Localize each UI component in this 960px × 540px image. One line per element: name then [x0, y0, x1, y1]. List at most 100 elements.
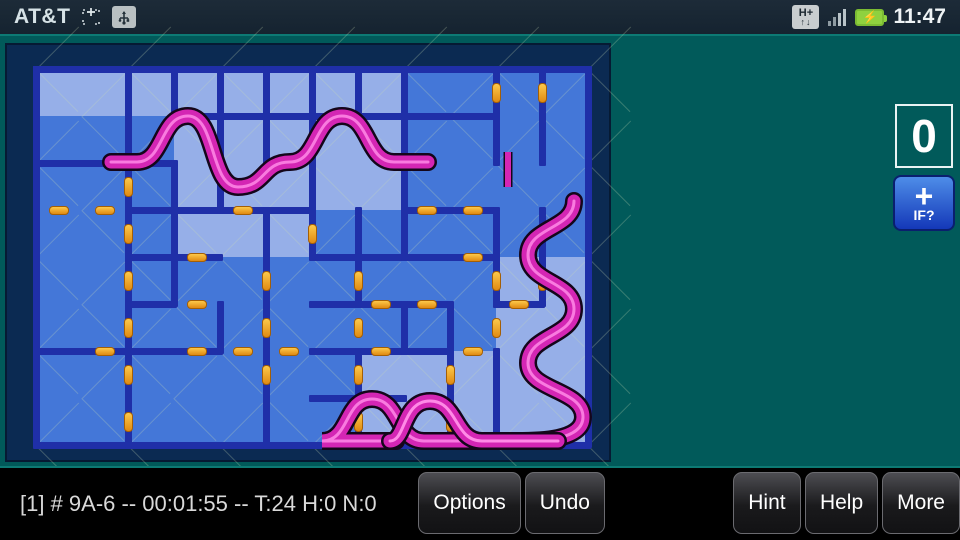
wall-marker-pill[interactable] — [538, 270, 547, 291]
wall-marker-pill[interactable] — [446, 411, 455, 432]
wall-segment[interactable] — [263, 66, 270, 119]
wall-segment[interactable] — [125, 348, 223, 355]
wall-marker-pill[interactable] — [509, 300, 529, 309]
wall-marker-pill[interactable] — [463, 206, 483, 215]
wall-marker-pill[interactable] — [233, 206, 253, 215]
wall-marker-pill[interactable] — [354, 270, 363, 291]
wall-marker-pill[interactable] — [354, 317, 363, 338]
if-button-label: IF? — [913, 207, 935, 223]
wall-segment[interactable] — [401, 301, 408, 354]
wall-marker-pill[interactable] — [124, 176, 133, 197]
battery-bolt-glyph: ⚡ — [862, 10, 878, 24]
wall-segment[interactable] — [355, 66, 362, 119]
wall-segment[interactable] — [539, 113, 546, 166]
wall-segment[interactable] — [263, 254, 270, 354]
wall-segment[interactable] — [263, 113, 270, 166]
wall-segment[interactable] — [401, 348, 453, 355]
wall-marker-pill[interactable] — [262, 364, 271, 385]
snake-puzzle-grid[interactable] — [33, 26, 631, 488]
wall-marker-pill[interactable] — [492, 270, 501, 291]
lattice-line — [588, 214, 631, 258]
wall-marker-pill[interactable] — [446, 364, 455, 385]
wall-segment[interactable] — [217, 66, 224, 213]
wall-segment[interactable] — [493, 207, 500, 307]
wall-segment[interactable] — [493, 348, 500, 448]
wall-marker-pill[interactable] — [187, 253, 207, 262]
wall-segment[interactable] — [33, 348, 131, 355]
lattice-line — [587, 163, 631, 206]
wall-segment[interactable] — [355, 348, 362, 448]
lattice-line — [588, 120, 631, 164]
wall-marker-pill[interactable] — [463, 253, 483, 262]
wall-segment[interactable] — [171, 113, 407, 120]
wall-segment[interactable] — [125, 66, 132, 119]
status-bar-left: AT&T — [0, 5, 137, 29]
wall-marker-pill[interactable] — [279, 347, 299, 356]
wall-segment[interactable] — [263, 207, 270, 260]
wall-marker-pill[interactable] — [371, 347, 391, 356]
wall-marker-pill[interactable] — [538, 82, 547, 103]
wall-segment[interactable] — [217, 301, 224, 354]
game-status-text: [1] # 9A-6 -- 00:01:55 -- T:24 H:0 N:0 — [20, 491, 377, 516]
wall-segment[interactable] — [263, 348, 270, 448]
game-area: 0 + IF? — [0, 26, 960, 488]
wall-segment[interactable] — [401, 66, 408, 260]
wall-segment[interactable] — [493, 113, 500, 166]
hint-button[interactable]: Hint — [732, 472, 801, 534]
wall-marker-pill[interactable] — [95, 206, 115, 215]
status-bar-right: H+ ↑↓ ⚡ 11:47 — [792, 5, 960, 29]
wall-marker-pill[interactable] — [124, 364, 133, 385]
wall-marker-pill[interactable] — [187, 300, 207, 309]
data-connection-hplus-icon: H+ ↑↓ — [792, 5, 820, 29]
wall-segment[interactable] — [171, 160, 178, 260]
wall-marker-pill[interactable] — [417, 300, 437, 309]
bottom-bar: [1] # 9A-6 -- 00:01:55 -- T:24 H:0 N:0 O… — [0, 466, 960, 540]
score-value: 0 — [911, 110, 937, 162]
wall-segment[interactable] — [33, 66, 40, 448]
options-button[interactable]: Options — [418, 472, 521, 534]
wall-segment[interactable] — [585, 66, 592, 448]
wall-marker-pill[interactable] — [262, 270, 271, 291]
board-frame — [5, 26, 631, 488]
wall-segment[interactable] — [171, 66, 178, 119]
more-button[interactable]: More — [882, 472, 960, 534]
wall-marker-pill[interactable] — [124, 317, 133, 338]
wall-marker-pill[interactable] — [95, 347, 115, 356]
wall-segment[interactable] — [401, 254, 453, 261]
lattice-line — [588, 402, 631, 446]
wall-segment[interactable] — [539, 207, 546, 307]
help-button[interactable]: Help — [804, 472, 879, 534]
wall-marker-pill[interactable] — [49, 206, 69, 215]
wall-marker-pill[interactable] — [233, 347, 253, 356]
wall-marker-pill[interactable] — [308, 223, 317, 244]
wall-segment[interactable] — [401, 207, 499, 214]
undo-button[interactable]: Undo — [524, 472, 605, 534]
wall-segment[interactable] — [33, 442, 591, 449]
wall-segment[interactable] — [309, 113, 316, 166]
lattice-line — [587, 257, 631, 300]
wall-marker-pill[interactable] — [262, 317, 271, 338]
wall-segment[interactable] — [125, 301, 177, 308]
wall-marker-pill[interactable] — [463, 347, 483, 356]
wall-segment[interactable] — [171, 254, 178, 307]
wall-marker-pill[interactable] — [124, 411, 133, 432]
wall-marker-pill[interactable] — [492, 82, 501, 103]
signal-bars-icon — [828, 8, 847, 26]
lattice-line — [587, 69, 631, 112]
plus-icon: + — [914, 178, 934, 214]
wall-marker-pill[interactable] — [354, 364, 363, 385]
add-if-button[interactable]: + IF? — [893, 175, 955, 231]
score-box: 0 — [895, 104, 953, 168]
clock-label: 11:47 — [893, 5, 946, 28]
wall-marker-pill[interactable] — [371, 300, 391, 309]
wall-marker-pill[interactable] — [492, 317, 501, 338]
wall-marker-pill[interactable] — [124, 270, 133, 291]
usb-icon — [112, 6, 137, 28]
wall-marker-pill[interactable] — [354, 411, 363, 432]
lattice-line — [588, 308, 631, 352]
wall-marker-pill[interactable] — [124, 223, 133, 244]
wall-marker-pill[interactable] — [187, 347, 207, 356]
wall-marker-pill[interactable] — [417, 206, 437, 215]
wall-segment[interactable] — [33, 160, 177, 167]
wall-segment[interactable] — [401, 113, 499, 120]
